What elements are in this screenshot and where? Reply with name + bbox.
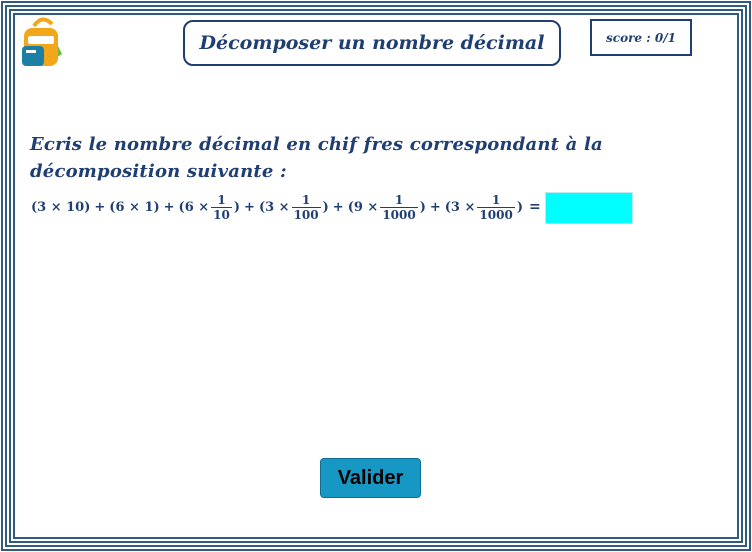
fraction-numerator: 1 [394,192,404,207]
term-hundredths: (3 × 1 100 ) [259,193,329,222]
fraction: 1 10 [211,193,232,222]
fraction-numerator: 1 [301,192,311,207]
fraction-numerator: 1 [217,192,226,207]
plus-sign: + [163,199,175,215]
term-close: ) [516,199,523,215]
validate-button[interactable]: Valider [320,458,421,498]
instruction-line-1: Ecris le nombre décimal en chif fres cor… [30,134,603,155]
term-close: ) [322,199,329,215]
term-open: (9 × [347,199,379,215]
term-open: (6 × [178,199,210,215]
plus-sign: + [429,199,441,215]
fraction-denominator: 100 [293,207,319,222]
term-units: (6 × 1) [109,199,160,215]
plus-sign: + [94,199,106,215]
term-open: (3 × [444,199,476,215]
score-badge: score : 0/1 [590,19,692,56]
term-open: (3 × [258,199,290,215]
fraction: 1 1000 [477,192,515,222]
fraction-denominator: 1000 [382,207,416,222]
term-close: ) [419,199,426,215]
fraction: 1 1000 [380,192,418,222]
fraction-denominator: 10 [213,207,230,222]
term-thousandths-b: (3 × 1 1000 ) [445,193,523,222]
fraction: 1 100 [291,192,321,222]
term-tens: (3 × 10) [31,199,91,215]
term-thousandths-a: (9 × 1 1000 ) [348,193,426,222]
plus-sign: + [244,199,255,215]
plus-sign: + [332,199,344,215]
term-tenths: (6 × 1 10 ) [179,193,240,222]
fraction-numerator: 1 [491,192,501,207]
decomposition-expression: (3 × 10) + (6 × 1) + (6 × 1 10 ) + (3 × … [31,186,633,228]
fraction-denominator: 1000 [479,207,513,222]
page-title: Décomposer un nombre décimal [183,20,561,66]
equals-sign: = [528,199,541,215]
instruction-text: Ecris le nombre décimal en chif fres cor… [30,131,670,185]
instruction-line-2: décomposition suivante : [30,161,287,182]
term-close: ) [233,199,241,215]
answer-input[interactable] [544,192,633,224]
backpack-icon [22,17,62,66]
